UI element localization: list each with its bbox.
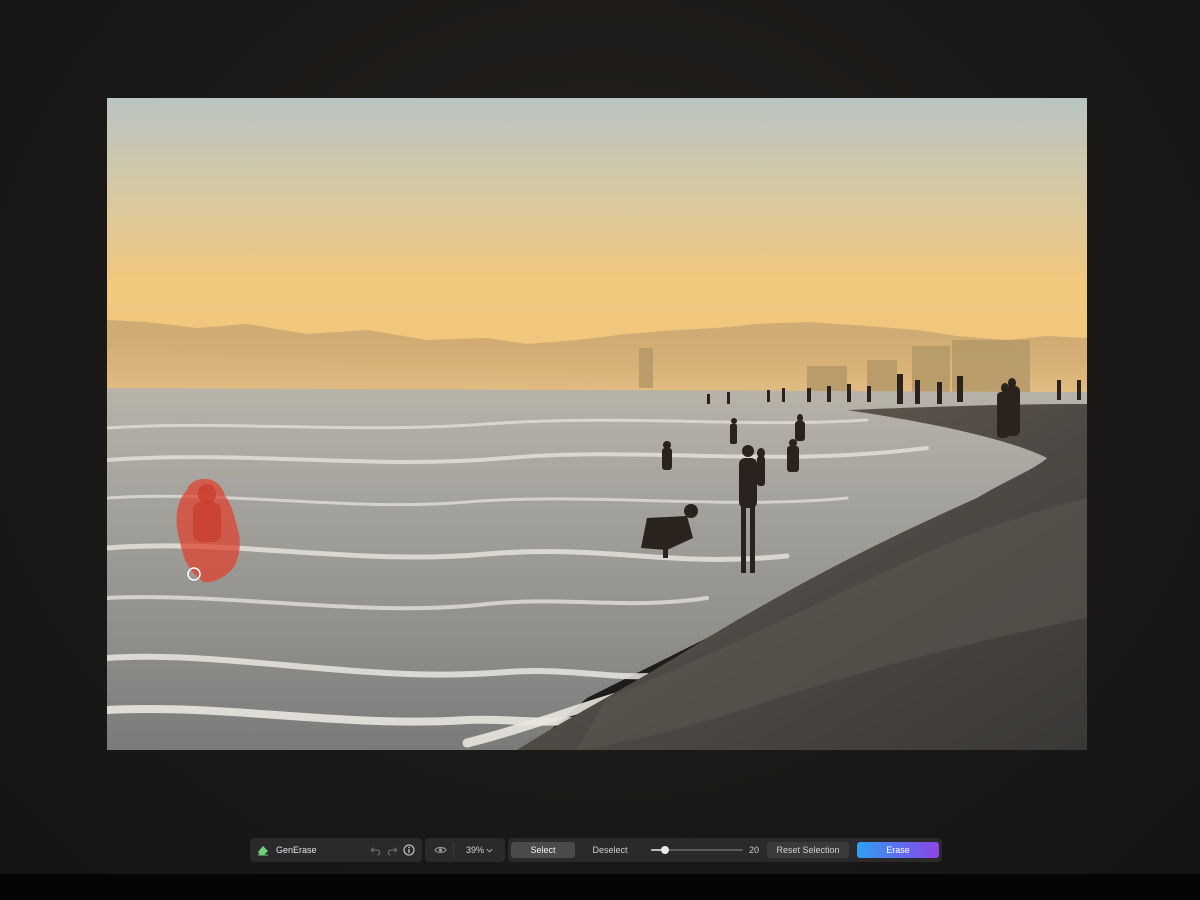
deselect-button[interactable]: Deselect — [579, 842, 641, 858]
selection-group: Select Deselect 20 Reset Selection Erase — [508, 838, 942, 862]
zoom-dropdown[interactable]: 39% — [466, 845, 493, 855]
erase-button[interactable]: Erase — [857, 842, 939, 858]
zoom-level: 39% — [466, 845, 485, 855]
reset-selection-button[interactable]: Reset Selection — [767, 842, 849, 858]
photo-canvas[interactable] — [107, 98, 1087, 750]
eye-icon[interactable] — [433, 843, 447, 857]
generase-toolbar: GenErase 39% Select Deselect 20 Reset Se… — [250, 838, 942, 862]
editor-window: GenErase 39% Select Deselect 20 Reset Se… — [0, 0, 1200, 900]
info-icon[interactable] — [402, 843, 416, 857]
eraser-icon — [256, 843, 270, 857]
redo-icon[interactable] — [385, 843, 399, 857]
brush-size-value: 20 — [749, 845, 760, 855]
view-group: 39% — [425, 838, 505, 862]
brush-size-slider[interactable] — [651, 842, 743, 858]
tool-name: GenErase — [276, 845, 317, 855]
undo-icon[interactable] — [368, 843, 382, 857]
bottom-bar — [0, 874, 1200, 900]
tool-group: GenErase — [250, 838, 422, 862]
chevron-down-icon — [486, 848, 493, 852]
slider-thumb[interactable] — [661, 846, 669, 854]
select-button[interactable]: Select — [511, 842, 575, 858]
